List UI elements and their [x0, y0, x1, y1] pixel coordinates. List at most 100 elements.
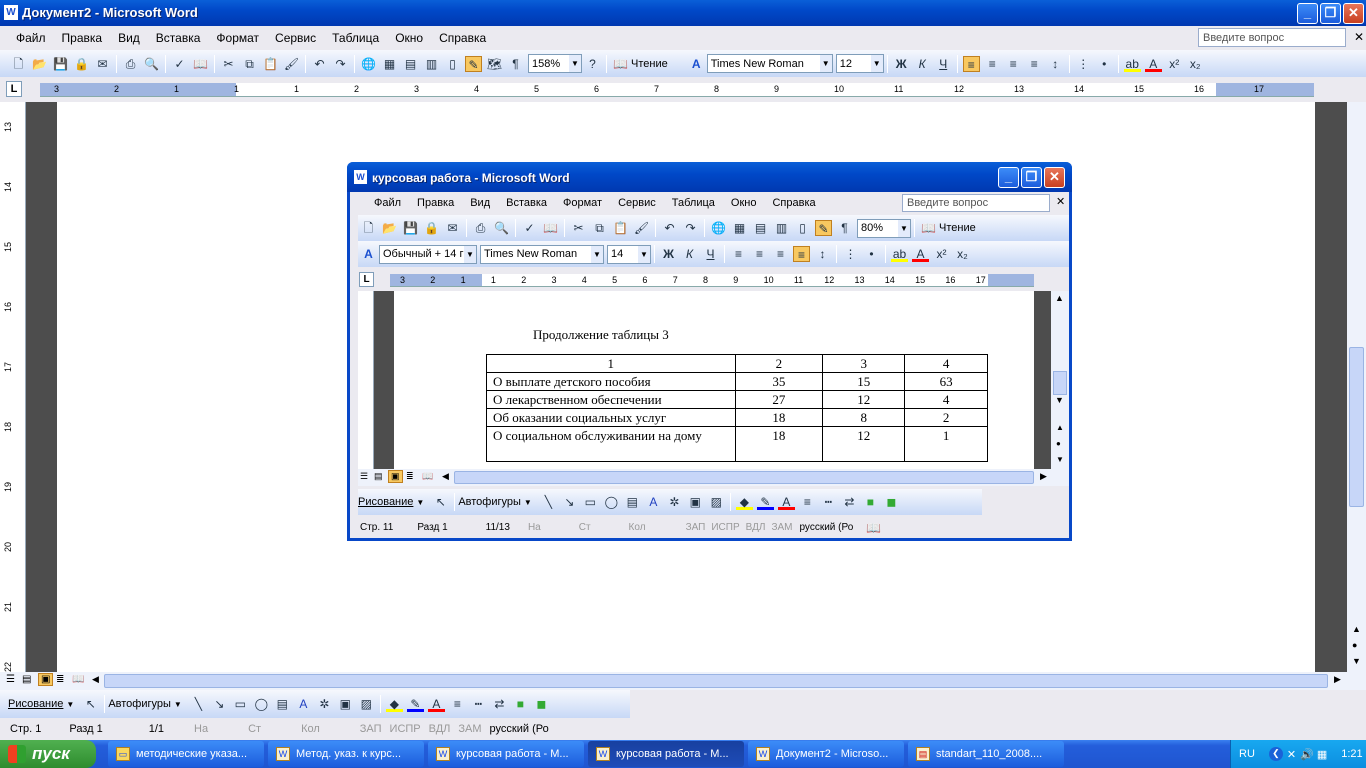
redo-icon[interactable]: ↷ — [682, 220, 699, 236]
next-page-icon[interactable]: ▼ — [1352, 656, 1361, 666]
styles-icon[interactable]: A — [688, 56, 705, 72]
print-view-icon[interactable]: ▣ — [38, 673, 54, 686]
tables-borders-icon[interactable]: ▦ — [731, 220, 748, 236]
copy-icon[interactable]: ⧉ — [241, 56, 258, 72]
table-cell[interactable]: О социальном обслуживании на дому — [486, 426, 736, 462]
outline-view-icon[interactable]: ≣ — [56, 674, 64, 685]
maximize-button[interactable]: ❐ — [1320, 3, 1341, 24]
menu-file[interactable]: Файл — [366, 197, 409, 209]
font-select[interactable]: Times New Roman ▼ — [706, 54, 833, 73]
line-color-icon[interactable]: ✎ — [406, 696, 424, 712]
select-objects-icon[interactable]: ↖ — [82, 696, 99, 712]
menu-help[interactable]: Справка — [431, 31, 494, 45]
status-ovr[interactable]: ЗАМ — [454, 723, 485, 735]
redo-icon[interactable]: ↷ — [332, 56, 349, 72]
copy-icon[interactable]: ⧉ — [591, 220, 608, 236]
paste-icon[interactable]: 📋 — [612, 220, 629, 236]
clock[interactable]: 1:21 — [1341, 748, 1362, 760]
underline-icon[interactable]: Ч — [702, 246, 719, 262]
undo-icon[interactable]: ↶ — [661, 220, 678, 236]
minimize-button[interactable]: _ — [1297, 3, 1318, 24]
table-cell[interactable]: О лекарственном обеспечении — [486, 390, 736, 409]
menu-view[interactable]: Вид — [110, 31, 148, 45]
arrow-icon[interactable]: ↘ — [211, 696, 228, 712]
menu-view[interactable]: Вид — [462, 197, 498, 209]
scroll-up-icon[interactable]: ▲ — [1055, 293, 1064, 303]
zoom-select[interactable]: 80% ▼ — [857, 218, 911, 238]
shadow-icon[interactable]: ■ — [512, 696, 529, 712]
taskbar-button[interactable]: ▭ методические указа... — [108, 741, 264, 767]
table-cell[interactable]: 12 — [822, 390, 906, 409]
research-icon[interactable]: 📖 — [542, 220, 559, 236]
select-browse-icon[interactable]: ● — [1352, 640, 1357, 650]
table-cell[interactable]: 18 — [734, 408, 824, 427]
diagram-icon[interactable]: ✲ — [666, 494, 683, 510]
numbering-icon[interactable]: ⋮ — [1075, 56, 1092, 72]
status-ext[interactable]: ВДЛ — [743, 522, 769, 533]
font-color-icon[interactable]: A — [912, 246, 929, 262]
subscript-icon[interactable]: x₂ — [954, 246, 971, 262]
clipart-icon[interactable]: ▣ — [337, 696, 354, 712]
superscript-icon[interactable]: x² — [1166, 56, 1183, 72]
numbering-icon[interactable]: ⋮ — [842, 246, 859, 262]
wordart-icon[interactable]: A — [295, 696, 312, 712]
print-icon[interactable]: ⎙ — [472, 220, 489, 236]
taskbar-button[interactable]: ▤ standart_110_2008.... — [908, 741, 1064, 767]
taskbar-button[interactable]: Wкурсовая работа - М... — [588, 741, 744, 767]
menu-window[interactable]: Окно — [723, 197, 765, 209]
italic-icon[interactable]: К — [681, 246, 698, 262]
shield-icon[interactable]: ▦ — [1317, 748, 1327, 761]
insert-table-icon[interactable]: ▤ — [752, 220, 769, 236]
shadow-icon[interactable]: ■ — [862, 494, 879, 510]
bold-icon[interactable]: Ж — [893, 56, 910, 72]
drawing-menu[interactable]: Рисование — [358, 496, 413, 508]
menu-close-icon[interactable]: ✕ — [1354, 30, 1364, 44]
arrow-style-icon[interactable]: ⇄ — [841, 494, 858, 510]
format-painter-icon[interactable]: 🖌 — [283, 56, 300, 72]
menu-tools[interactable]: Сервис — [267, 31, 324, 45]
insert-excel-icon[interactable]: ▥ — [423, 56, 440, 72]
show-hide-icon[interactable]: ¶ — [507, 56, 524, 72]
cut-icon[interactable]: ✂ — [570, 220, 587, 236]
drawing-icon[interactable]: ✎ — [465, 55, 482, 72]
arrow-icon[interactable]: ↘ — [561, 494, 578, 510]
font-select[interactable]: Times New Roman ▼ — [480, 244, 604, 264]
font-color-icon[interactable]: A — [777, 494, 795, 510]
print-view-icon[interactable]: ▣ — [388, 470, 403, 483]
status-rec[interactable]: ЗАП — [656, 522, 709, 533]
superscript-icon[interactable]: x² — [933, 246, 950, 262]
line-spacing-icon[interactable]: ↕ — [814, 246, 831, 262]
picture-icon[interactable]: ▨ — [358, 696, 375, 712]
permission-icon[interactable]: 🔒 — [423, 220, 440, 236]
italic-icon[interactable]: К — [914, 56, 931, 72]
menu-close-icon[interactable]: ✕ — [1056, 195, 1065, 208]
select-browse-icon[interactable]: ● — [1056, 439, 1061, 448]
prev-page-icon[interactable]: ▲ — [1352, 624, 1361, 634]
document-page[interactable]: Продолжение таблицы 3 1 2 3 4 О выплате … — [394, 291, 1034, 469]
reading-button[interactable]: Чтение — [631, 58, 668, 70]
status-trk[interactable]: ИСПР — [386, 723, 425, 735]
table-cell[interactable]: 1 — [486, 354, 736, 373]
align-left-icon[interactable]: ≡ — [962, 55, 980, 72]
scroll-right-icon[interactable]: ▶ — [1040, 471, 1047, 482]
table-cell[interactable]: 18 — [734, 426, 824, 462]
menu-tools[interactable]: Сервис — [610, 197, 664, 209]
bullets-icon[interactable]: • — [1096, 56, 1113, 72]
table-cell[interactable]: 1 — [904, 426, 988, 462]
data-table[interactable]: 1 2 3 4 О выплате детского пособия 35 15… — [486, 354, 988, 462]
open-icon[interactable]: 📂 — [31, 56, 48, 72]
table-cell[interactable]: 4 — [904, 354, 988, 373]
tables-borders-icon[interactable]: ▦ — [381, 56, 398, 72]
align-left-icon[interactable]: ≡ — [730, 246, 747, 262]
styles-icon[interactable]: A — [360, 246, 377, 262]
line-style-icon[interactable]: ≡ — [799, 494, 816, 510]
scroll-thumb[interactable] — [1053, 371, 1067, 395]
vertical-ruler[interactable] — [358, 291, 374, 469]
menu-help[interactable]: Справка — [764, 197, 823, 209]
normal-view-icon[interactable]: ☰ — [360, 471, 368, 482]
menu-insert[interactable]: Вставка — [498, 197, 555, 209]
scroll-thumb[interactable] — [1349, 347, 1364, 507]
table-cell[interactable]: 3 — [822, 354, 906, 373]
select-objects-icon[interactable]: ↖ — [432, 494, 449, 510]
web-view-icon[interactable]: ▤ — [22, 674, 31, 685]
